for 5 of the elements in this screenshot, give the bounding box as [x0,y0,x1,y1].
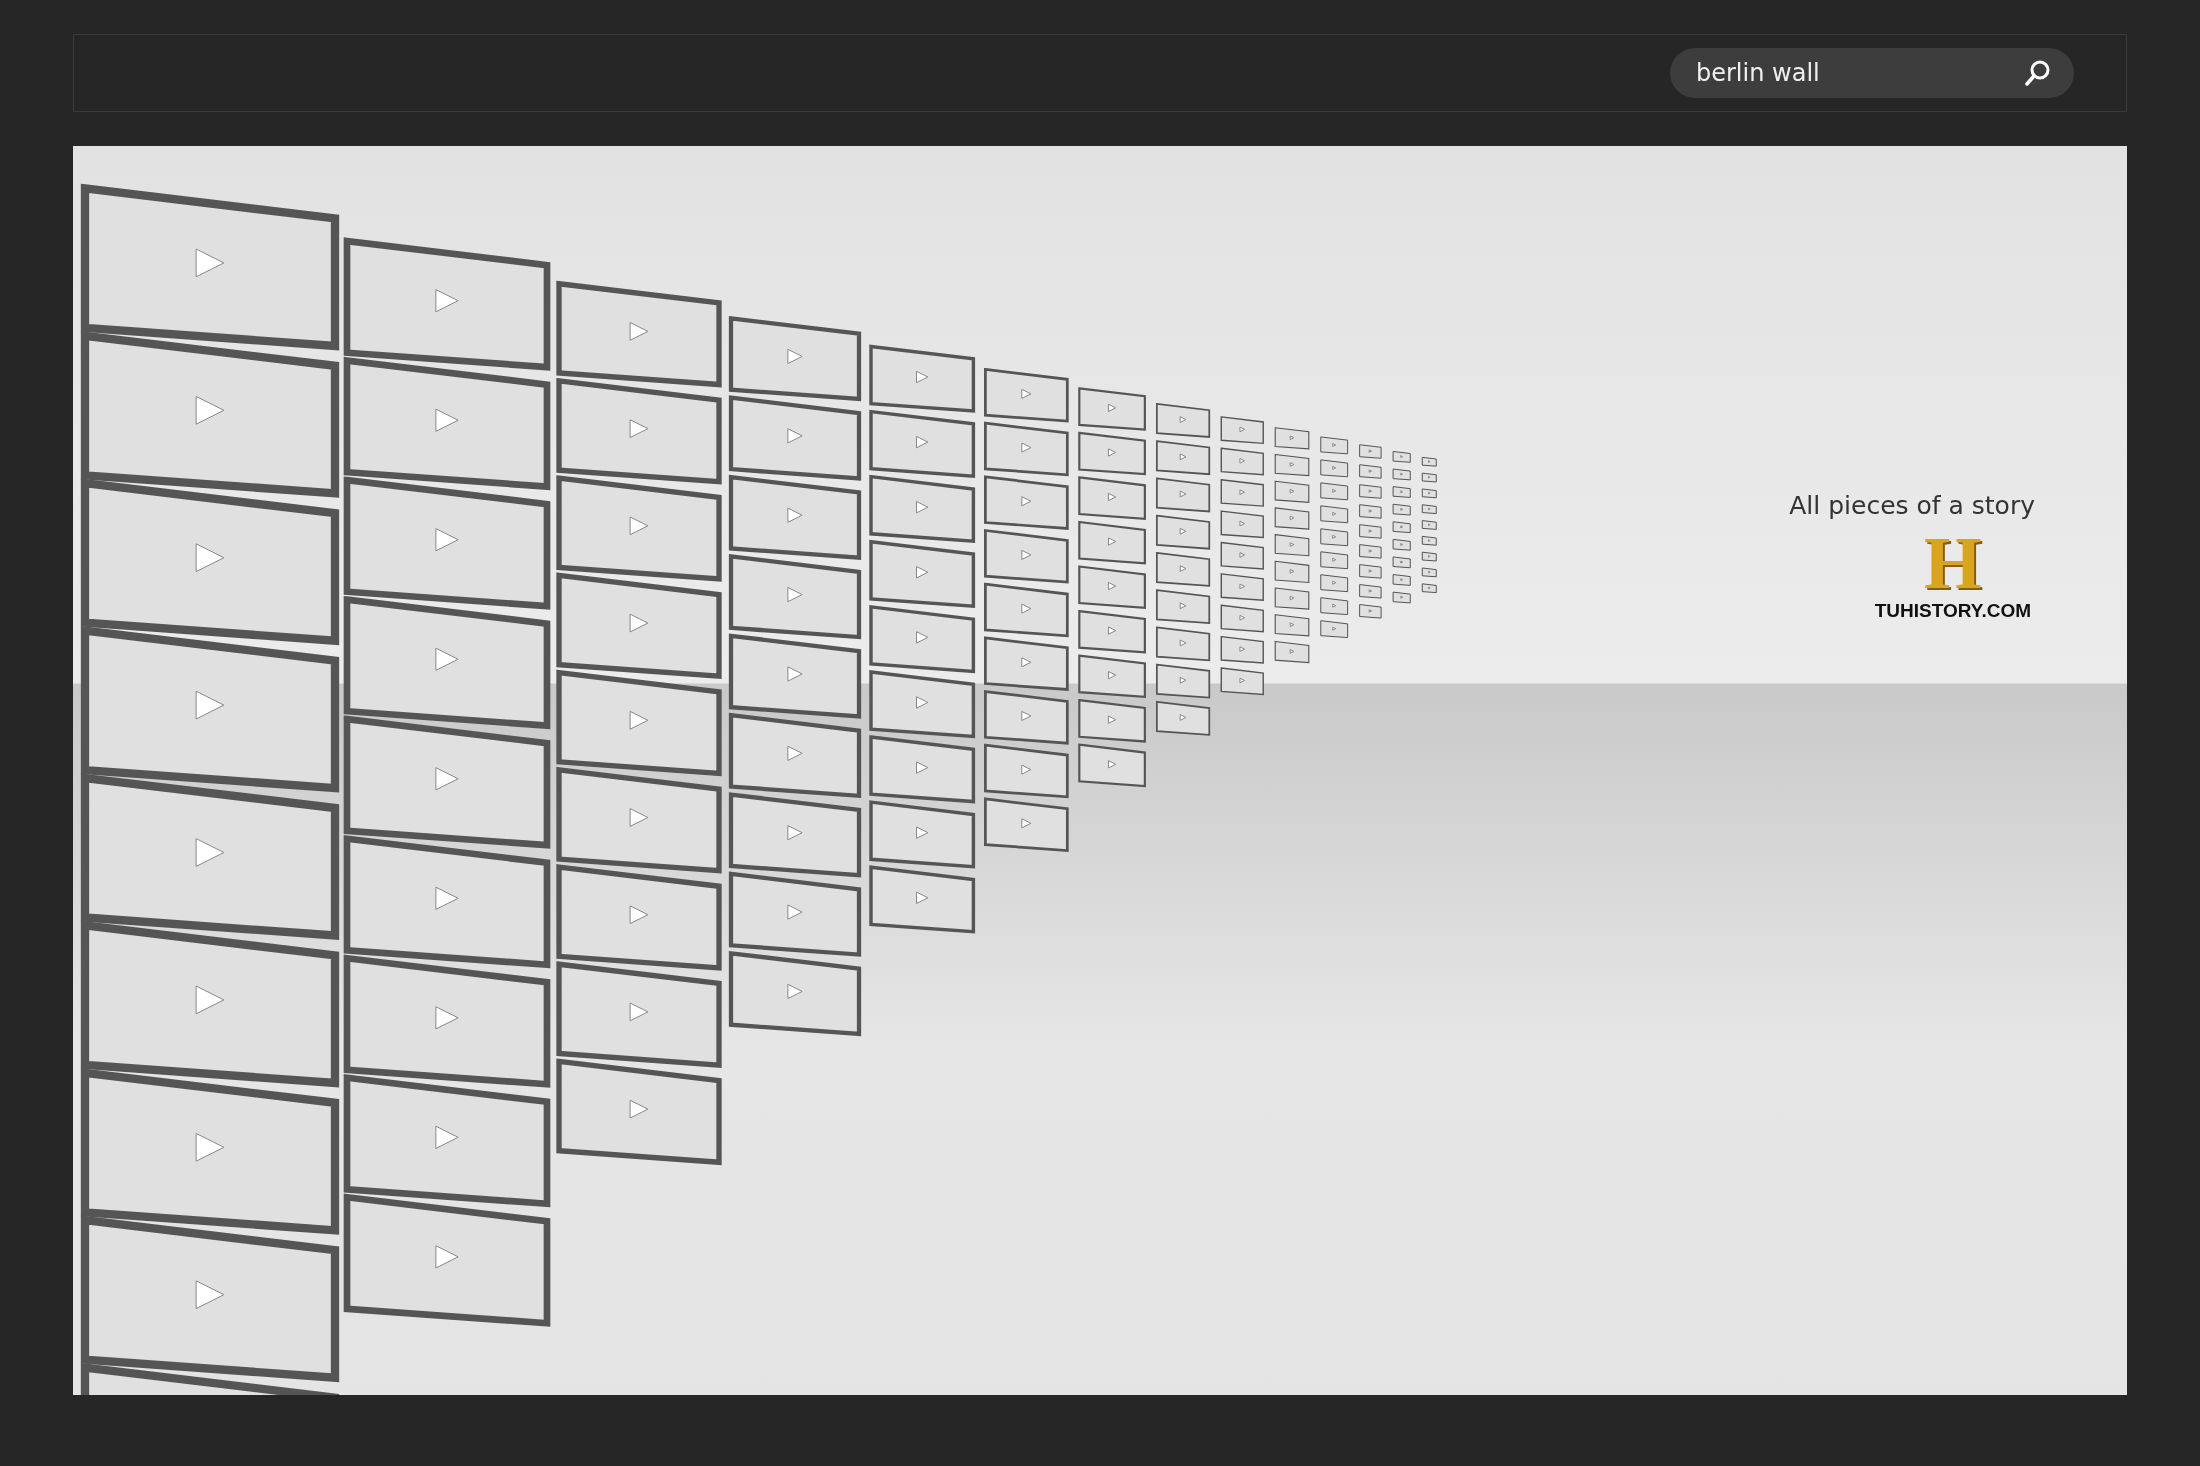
search-icon[interactable] [2024,59,2052,87]
tagline-text: All pieces of a story [1789,491,2035,520]
site-text: TUHISTORY.COM [1874,600,2031,622]
logo-letter: H [1924,526,1982,600]
search-field[interactable]: berlin wall [1670,48,2074,98]
